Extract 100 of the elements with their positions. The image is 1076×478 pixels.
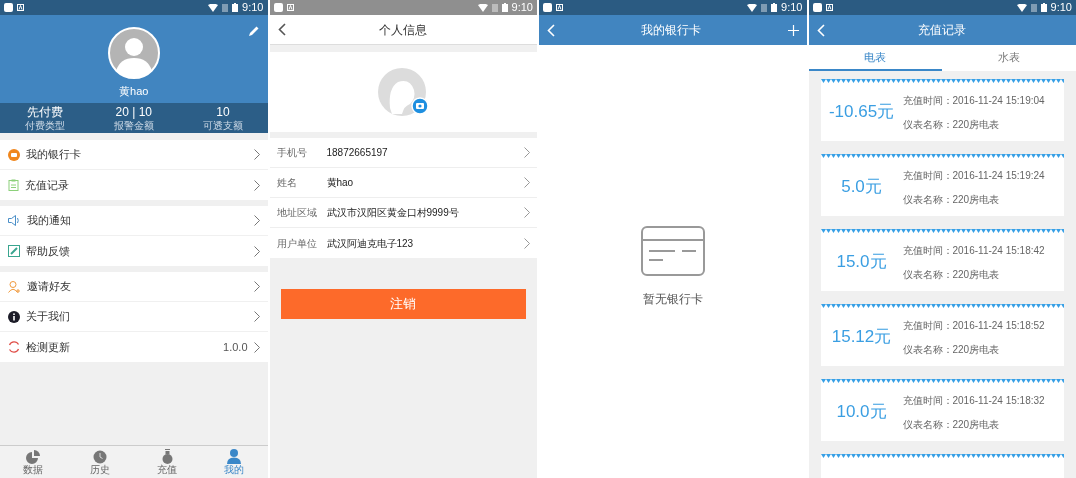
- menu-item[interactable]: 我的银行卡: [0, 140, 268, 170]
- field-value: 武汉市汉阳区黄金口村9999号: [326, 206, 460, 220]
- nav-tab[interactable]: 历史: [66, 446, 134, 478]
- clock-time: 9:10: [242, 2, 264, 13]
- sim-icon: [1030, 3, 1037, 12]
- notification-icon: [17, 4, 24, 11]
- back-icon[interactable]: [277, 23, 286, 36]
- recharge-time: 充值时间：2016-11-24 15:19:04: [902, 93, 1045, 108]
- avatar-icon[interactable]: [107, 27, 160, 79]
- chevron-right-icon: [524, 207, 530, 218]
- info-row[interactable]: 姓名 黄hao: [269, 168, 537, 198]
- meter-name: 仪表名称：220房电表: [902, 342, 1001, 357]
- meter-name: 仪表名称：220房电表: [902, 117, 1001, 132]
- stat-value: 20 | 10: [115, 105, 152, 118]
- meter-name: 仪表名称：220房电表: [902, 192, 1001, 207]
- notification-icon: [273, 3, 283, 12]
- battery-icon: [771, 3, 778, 12]
- clock-time: 9:10: [781, 2, 803, 13]
- menu-item[interactable]: 关于我们: [0, 302, 268, 332]
- avatar-camera-icon[interactable]: [376, 68, 431, 116]
- menu-item[interactable]: 检测更新 1.0.0: [0, 332, 268, 362]
- field-value: 黄hao: [326, 176, 355, 190]
- info-icon: [8, 310, 20, 323]
- user-name: 黄hao: [119, 84, 149, 99]
- menu-item[interactable]: 帮助反馈: [0, 236, 268, 266]
- battery-icon: [501, 3, 508, 12]
- notification-icon: [4, 3, 13, 12]
- add-user-icon: [8, 280, 21, 293]
- field-label: 用户单位: [276, 236, 318, 251]
- chevron-right-icon: [524, 177, 530, 188]
- amount-text: 10.0元: [835, 401, 888, 424]
- stat-label: 付费类型: [24, 120, 65, 131]
- wifi-icon: [208, 3, 219, 12]
- chevron-right-icon: [253, 215, 260, 226]
- pie-chart-icon: [26, 449, 41, 464]
- meter-tab[interactable]: 电表: [808, 45, 943, 71]
- chevron-right-icon: [253, 149, 260, 160]
- chevron-right-icon: [524, 147, 530, 158]
- meter-name: 仪表名称：220房电表: [902, 417, 1001, 432]
- nav-tab[interactable]: 充值: [133, 446, 201, 478]
- battery-icon: [232, 3, 239, 12]
- notification-icon: [556, 4, 563, 11]
- info-row[interactable]: 用户单位 武汉阿迪克电子123: [269, 228, 537, 258]
- sim-icon: [491, 3, 498, 12]
- version-text: 1.0.0: [223, 339, 248, 355]
- notification-icon: [812, 3, 822, 12]
- chevron-right-icon: [253, 245, 260, 257]
- battery-icon: [1040, 3, 1047, 12]
- menu-item[interactable]: 充值记录: [0, 170, 268, 200]
- plus-icon[interactable]: [787, 24, 799, 36]
- recharge-time: 充值时间：2016-11-24 15:19:24: [902, 168, 1045, 183]
- notification-icon: [543, 3, 552, 12]
- menu-item[interactable]: 我的通知: [0, 206, 268, 236]
- stat-label: 报警金额: [113, 120, 154, 131]
- user-icon: [227, 449, 242, 464]
- chevron-right-icon: [253, 179, 260, 191]
- edit-icon: [8, 245, 20, 257]
- chevron-right-icon: [253, 281, 260, 292]
- pencil-icon[interactable]: [247, 25, 260, 37]
- money-bag-icon: [160, 449, 174, 464]
- nav-tab[interactable]: 数据: [0, 446, 67, 478]
- info-row[interactable]: 手机号 18872665197: [269, 138, 537, 168]
- menu-item[interactable]: 邀请好友: [0, 272, 268, 302]
- clock-time: 9:10: [1050, 2, 1072, 13]
- stat-value: 10: [216, 105, 230, 118]
- field-value: 18872665197: [326, 146, 389, 160]
- recharge-time: 充值时间：2016-11-24 15:18:32: [902, 393, 1045, 408]
- amount-text: 15.12元: [830, 326, 893, 349]
- clock-icon: [93, 449, 108, 464]
- info-row[interactable]: 地址区域 武汉市汉阳区黄金口村9999号: [269, 198, 537, 228]
- field-label: 姓名: [276, 176, 298, 190]
- stat-label: 可透支额: [202, 120, 243, 131]
- chevron-right-icon: [253, 341, 260, 353]
- amount-text: -10.65元: [827, 101, 896, 124]
- notification-icon: [825, 4, 833, 11]
- meter-name: 仪表名称：220房电表: [902, 267, 1001, 282]
- wifi-icon: [477, 3, 488, 12]
- field-value: 武汉阿迪克电子123: [326, 236, 415, 251]
- bank-card-icon: [640, 226, 705, 276]
- field-label: 地址区域: [276, 206, 318, 220]
- chevron-right-icon: [253, 311, 260, 322]
- meter-tab[interactable]: 水表: [942, 45, 1076, 71]
- clipboard-icon: [8, 179, 19, 191]
- sim-icon: [222, 3, 229, 12]
- refresh-icon: [8, 341, 20, 353]
- chevron-right-icon: [524, 237, 530, 249]
- recharge-time: 充值时间：2016-11-24 15:18:52: [902, 318, 1045, 333]
- screen-title: 个人信息: [378, 21, 429, 39]
- clock-time: 9:10: [511, 2, 533, 13]
- stat-value: 先付费: [26, 105, 63, 118]
- screen-title: 我的银行卡: [640, 22, 703, 39]
- speaker-icon: [8, 215, 21, 226]
- nav-tab[interactable]: 我的: [200, 446, 268, 478]
- sim-icon: [761, 3, 768, 12]
- field-label: 手机号: [276, 146, 308, 160]
- screen-title: 充值记录: [917, 22, 968, 39]
- amount-text: 15.0元: [835, 251, 888, 274]
- amount-text: 5.0元: [840, 176, 883, 199]
- card-icon: [8, 148, 20, 161]
- empty-message: 暂无银行卡: [642, 291, 703, 308]
